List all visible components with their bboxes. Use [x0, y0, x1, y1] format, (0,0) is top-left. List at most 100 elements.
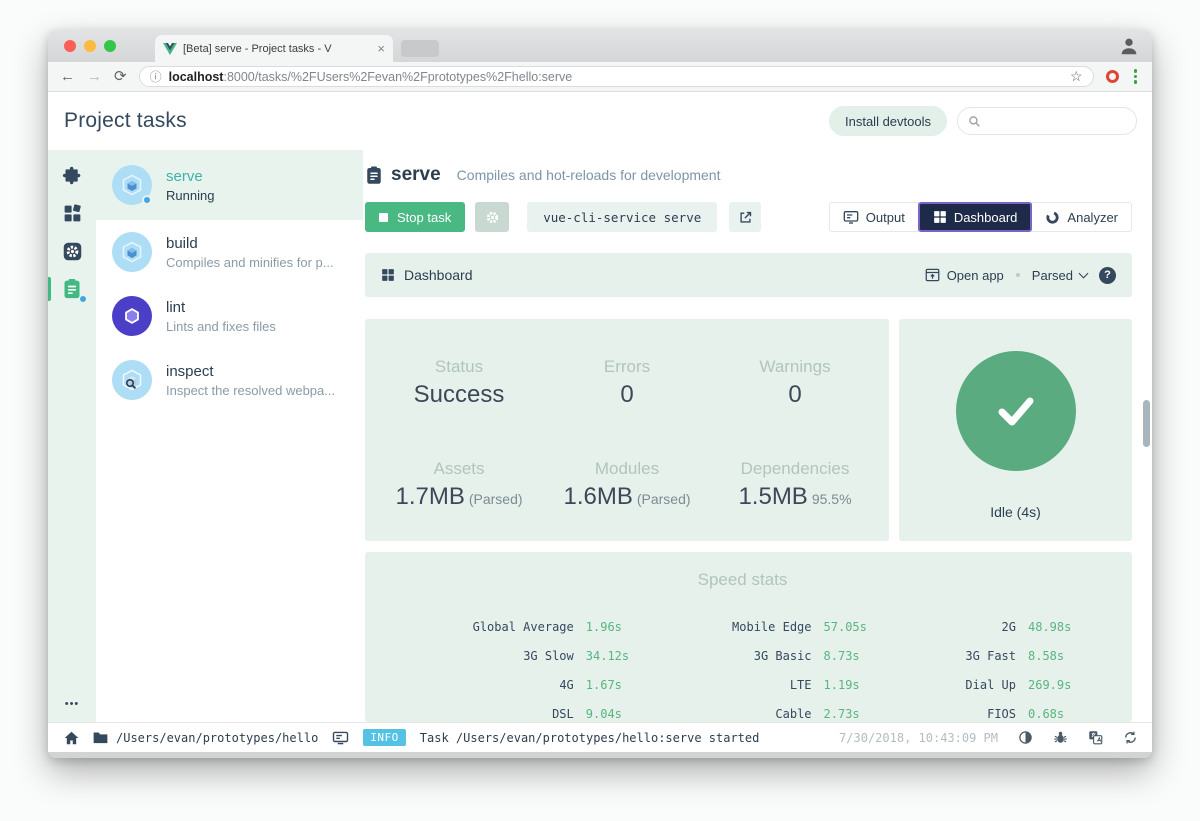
sidebar-rail: •••: [48, 150, 96, 722]
active-indicator: [48, 277, 51, 301]
stat-status: Status Success: [375, 357, 543, 409]
success-check-icon: [956, 351, 1076, 471]
browser-menu-icon[interactable]: [1131, 69, 1141, 84]
minimize-window-button[interactable]: [84, 40, 96, 52]
tab-analyzer[interactable]: Analyzer: [1031, 202, 1132, 232]
console-icon[interactable]: [332, 731, 349, 745]
sync-icon[interactable]: [1123, 730, 1138, 745]
open-app-button[interactable]: Open app: [925, 268, 1004, 283]
url-text: localhost:8000/tasks/%2FUsers%2Fevan%2Fp…: [169, 70, 573, 84]
extension-icon[interactable]: [1106, 70, 1119, 83]
task-view-title: serve: [391, 164, 441, 186]
external-link-icon: [738, 210, 753, 225]
widgets-icon: [62, 203, 83, 224]
dark-mode-icon[interactable]: [1018, 730, 1033, 745]
task-detail-panel: serve Compiles and hot-reloads for devel…: [363, 150, 1152, 722]
window-bottom-edge: [48, 752, 1152, 758]
forward-icon[interactable]: →: [87, 69, 102, 84]
speed-entry: Dial Up269.9s: [888, 678, 1092, 692]
sidebar-item-settings[interactable]: [48, 239, 96, 263]
task-item-build[interactable]: build Compiles and minifies for p...: [96, 220, 363, 284]
url-bar[interactable]: ⓘ localhost:8000/tasks/%2FUsers%2Fevan%2…: [139, 66, 1094, 87]
refresh-icon[interactable]: ⟳: [114, 69, 127, 84]
app-header: Project tasks Install devtools: [48, 92, 1152, 150]
task-description: Inspect the resolved webpa...: [166, 383, 335, 398]
speed-entry: Mobile Edge57.05s: [650, 620, 888, 634]
task-item-lint[interactable]: lint Lints and fixes files: [96, 284, 363, 348]
task-description: Lints and fixes files: [166, 319, 276, 334]
task-description: Compiles and minifies for p...: [166, 255, 334, 270]
speed-entry: 2G48.98s: [888, 620, 1092, 634]
bookmark-star-icon[interactable]: ☆: [1070, 68, 1083, 85]
page-info-icon[interactable]: ⓘ: [150, 68, 162, 85]
sidebar-more-icon[interactable]: •••: [48, 698, 96, 710]
webpack-icon: [112, 232, 152, 272]
task-settings-button[interactable]: [475, 202, 509, 232]
stat-modules: Modules 1.6MB(Parsed): [543, 459, 711, 511]
tab-output[interactable]: Output: [829, 202, 919, 232]
sidebar-item-configuration[interactable]: [48, 201, 96, 225]
webpack-icon: [112, 165, 152, 205]
traffic-lights: [64, 40, 116, 52]
browser-tab[interactable]: [Beta] serve - Project tasks - V ×: [155, 35, 393, 62]
profile-icon[interactable]: [1118, 35, 1140, 57]
task-status-card: Idle (4s): [899, 319, 1132, 541]
browser-window: [Beta] serve - Project tasks - V × ← → ⟳…: [48, 30, 1152, 758]
stat-errors: Errors 0: [543, 357, 711, 409]
gear-icon: [484, 209, 501, 226]
task-item-serve[interactable]: serve Running: [96, 150, 363, 220]
back-icon[interactable]: ←: [60, 69, 75, 84]
status-message: Task /Users/evan/prototypes/hello:serve …: [420, 731, 760, 745]
project-path[interactable]: /Users/evan/prototypes/hello: [93, 731, 318, 745]
translate-icon[interactable]: [1088, 730, 1103, 745]
page-title: Project tasks: [64, 109, 187, 133]
tab-title: [Beta] serve - Project tasks - V: [183, 43, 371, 55]
view-tabs: Output Dashboard Analyzer: [829, 202, 1132, 232]
task-item-inspect[interactable]: inspect Inspect the resolved webpa...: [96, 348, 363, 412]
chevron-down-icon: [1079, 269, 1089, 279]
eslint-icon: [112, 296, 152, 336]
task-name: lint: [166, 299, 276, 316]
webpack-inspect-icon: [112, 360, 152, 400]
build-stats-card: Status Success Errors 0 Warnings 0 Ass: [365, 319, 889, 541]
dashboard-grid-icon: [381, 268, 395, 282]
speed-stats-title: Speed stats: [393, 570, 1092, 590]
idle-label: Idle (4s): [990, 504, 1041, 520]
notification-dot: [79, 295, 87, 303]
zoom-window-button[interactable]: [104, 40, 116, 52]
dot-separator-icon: [1016, 273, 1020, 277]
speed-entry: 3G Fast8.58s: [888, 649, 1092, 663]
speed-entry: 3G Slow34.12s: [393, 649, 650, 663]
close-window-button[interactable]: [64, 40, 76, 52]
sidebar-item-tasks[interactable]: [48, 277, 96, 301]
gear-icon: [62, 241, 83, 262]
search-input[interactable]: [987, 114, 1126, 129]
task-list: serve Running build Compiles and minifie…: [96, 150, 363, 722]
bug-report-icon[interactable]: [1053, 730, 1068, 745]
size-mode-dropdown[interactable]: Parsed: [1032, 268, 1087, 283]
browser-tabbar: [Beta] serve - Project tasks - V ×: [48, 30, 1152, 62]
speed-entry: DSL9.04s: [393, 707, 650, 721]
speed-stats-card: Speed stats Global Average1.96s Mobile E…: [365, 552, 1132, 722]
search-box[interactable]: [957, 107, 1137, 135]
help-icon[interactable]: ?: [1099, 267, 1116, 284]
output-console-icon: [843, 210, 859, 224]
home-icon[interactable]: [64, 731, 79, 745]
url-path: :8000/tasks/%2FUsers%2Fevan%2Fprototypes…: [223, 70, 572, 84]
dashboard-title: Dashboard: [404, 267, 473, 283]
install-devtools-button[interactable]: Install devtools: [829, 106, 947, 136]
url-host: localhost: [169, 70, 224, 84]
task-status: Running: [166, 188, 214, 203]
open-app-icon: [925, 268, 940, 282]
vue-logo-icon: [163, 43, 177, 55]
open-external-button[interactable]: [729, 202, 761, 232]
scrollbar-thumb[interactable]: [1143, 400, 1150, 447]
status-timestamp: 7/30/2018, 10:43:09 PM: [839, 731, 998, 745]
stop-task-button[interactable]: Stop task: [365, 202, 465, 232]
tab-close-icon[interactable]: ×: [377, 41, 385, 56]
tab-stub[interactable]: [401, 40, 439, 57]
sidebar-item-plugins[interactable]: [48, 163, 96, 187]
tab-dashboard[interactable]: Dashboard: [918, 202, 1033, 232]
analyzer-donut-icon: [1045, 210, 1060, 225]
stat-assets: Assets 1.7MB(Parsed): [375, 459, 543, 511]
